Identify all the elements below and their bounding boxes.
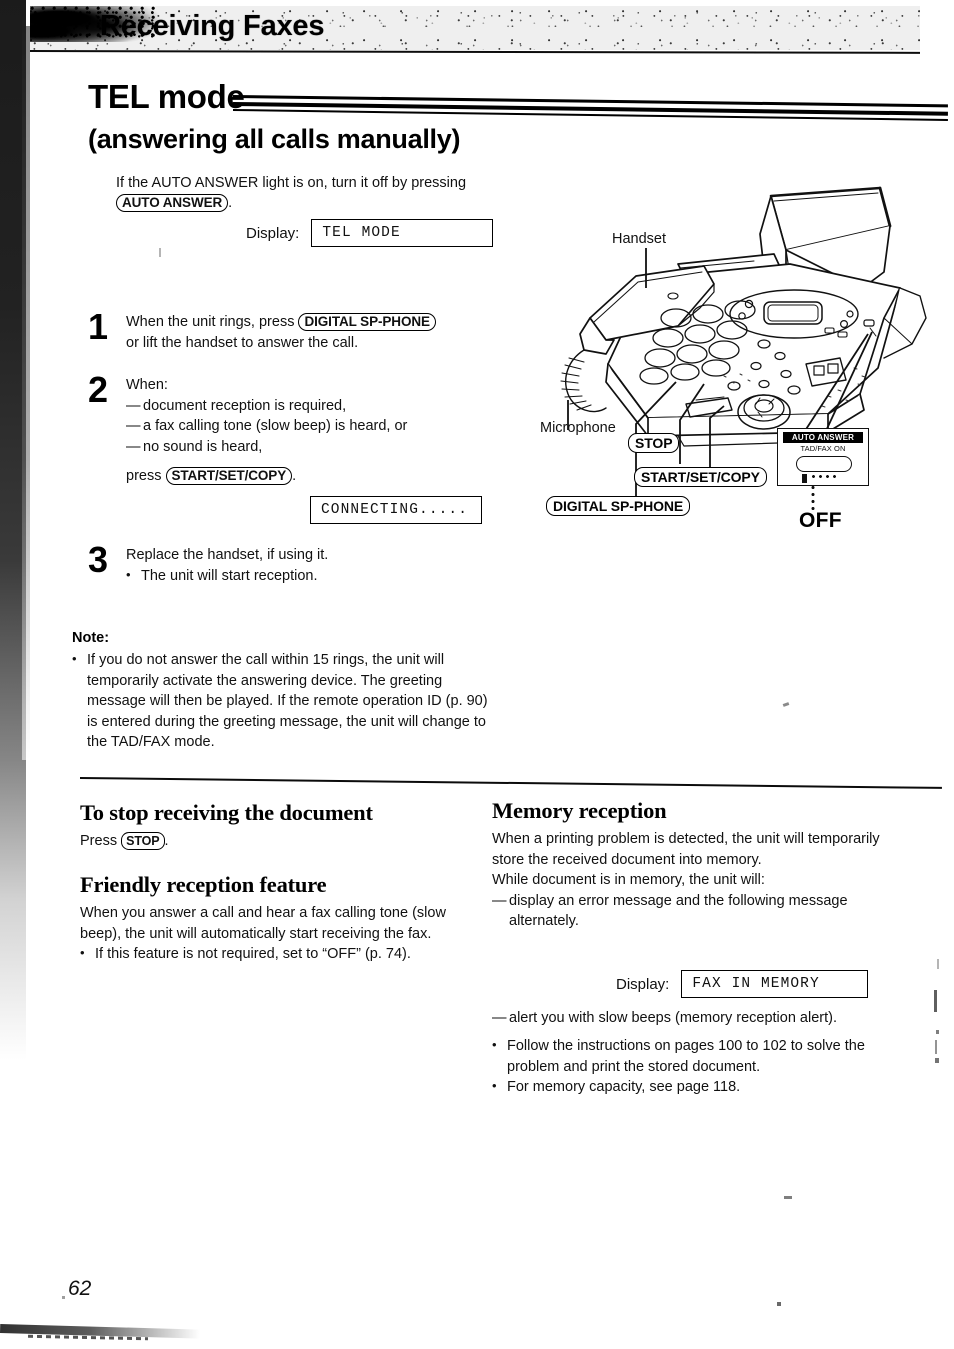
scan-speck	[936, 1030, 939, 1034]
step-number: 2	[88, 369, 109, 410]
scan-speck	[62, 1296, 65, 1299]
step1-line1: When the unit rings, press	[126, 314, 295, 330]
section-divider-rule	[79, 777, 942, 789]
step-body: When the unit rings, press DIGITAL SP-PH…	[126, 312, 436, 353]
scan-speck	[934, 990, 937, 1012]
scan-speck	[937, 959, 939, 969]
stop-button-label[interactable]: STOP	[628, 433, 680, 453]
stop-press-after: .	[164, 833, 169, 849]
section-subheading: (answering all calls manually)	[88, 124, 461, 154]
memory-reception-body-1: When a printing problem is detected, the…	[492, 831, 880, 868]
intro-text: If the AUTO ANSWER light is on, turn it …	[116, 175, 467, 191]
step2-dash-item: no sound is heard,	[126, 437, 407, 458]
step-number: 1	[88, 306, 109, 347]
step1-line2: or lift the handset to answer the call.	[126, 334, 359, 351]
page-number: 62	[68, 1277, 92, 1300]
scan-speck	[777, 1302, 781, 1306]
document-page: Receiving Faxes TEL mode (answering all …	[0, 0, 954, 1349]
memory-reception-dash-2: alert you with slow beeps (memory recept…	[492, 1008, 892, 1029]
display-label: Display:	[246, 224, 300, 242]
lcd-readout-tel-mode: TEL MODE	[311, 219, 494, 247]
friendly-reception-bullet: If this feature is not required, set to …	[80, 943, 480, 965]
display-connecting: CONNECTING.....	[310, 496, 482, 524]
note-title: Note:	[72, 630, 110, 646]
indicator-lamp-icon	[802, 474, 807, 483]
step-1: 1 When the unit rings, press DIGITAL SP-…	[88, 306, 508, 353]
section-memory-reception: Memory reception When a printing problem…	[492, 798, 892, 1098]
step2-intro: When:	[126, 377, 168, 393]
section-stop-receiving: To stop receiving the document Press STO…	[80, 800, 480, 852]
step-body: When: document reception is required, a …	[126, 375, 407, 487]
digital-sp-phone-button[interactable]: DIGITAL SP-PHONE	[298, 313, 436, 331]
display-fax-in-memory: Display: FAX IN MEMORY	[616, 970, 869, 998]
step-body: Replace the handset, if using it. The un…	[126, 545, 328, 586]
stop-receiving-body: Press STOP.	[80, 831, 480, 852]
step2-dash-item: a fax calling tone (slow beep) is heard,…	[126, 416, 407, 437]
friendly-reception-heading: Friendly reception feature	[80, 872, 327, 897]
intro-paragraph: If the AUTO ANSWER light is on, turn it …	[116, 173, 536, 213]
start-set-copy-button[interactable]: START/SET/COPY	[165, 467, 293, 485]
illustration-start-set-copy-callout: START/SET/COPY	[634, 467, 767, 487]
step2-dash-item: document reception is required,	[126, 396, 407, 417]
step-2: 2 When: document reception is required, …	[88, 369, 508, 487]
display-label: Display:	[616, 975, 670, 993]
step-number: 3	[88, 539, 109, 580]
step3-line1: Replace the handset, if using it.	[126, 547, 329, 563]
dotted-leader-vertical-icon	[810, 484, 816, 510]
digital-sp-phone-button-label[interactable]: DIGITAL SP-PHONE	[546, 496, 691, 516]
scan-speck	[935, 1040, 937, 1054]
off-label: OFF	[799, 509, 842, 532]
scan-speck	[784, 1196, 792, 1199]
section-heading: TEL mode	[88, 78, 245, 115]
lcd-readout-fax-in-memory: FAX IN MEMORY	[681, 970, 869, 998]
illustration-digital-sp-phone-callout: DIGITAL SP-PHONE	[546, 496, 691, 516]
note-block: Note: If you do not answer the call with…	[72, 630, 492, 753]
scan-speck	[159, 248, 161, 257]
step2-press-line: press START/SET/COPY.	[126, 466, 407, 487]
lcd-readout-connecting: CONNECTING.....	[310, 496, 482, 524]
memory-reception-bullet-2: For memory capacity, see page 118.	[492, 1076, 892, 1098]
auto-answer-indicator-callout: AUTO ANSWER TAD/FAX ON	[777, 428, 869, 486]
note-bullet: If you do not answer the call within 15 …	[72, 649, 492, 753]
intro-text-after: .	[228, 195, 233, 211]
illustration-stop-button-callout: STOP	[628, 433, 680, 453]
memory-reception-dash-1: display an error message and the followi…	[492, 891, 892, 932]
tad-fax-on-label: TAD/FAX ON	[800, 444, 846, 453]
auto-answer-key-shape[interactable]	[796, 456, 852, 472]
stop-press-label: Press	[80, 833, 118, 849]
memory-reception-body-2: While document is in memory, the unit wi…	[492, 872, 765, 888]
step2-press-label: press	[126, 468, 162, 484]
header-underline-rule	[29, 50, 921, 54]
display-tel-mode: Display: TEL MODE	[246, 219, 494, 247]
scan-edge-artifact-left-inner	[22, 0, 30, 760]
auto-answer-button[interactable]: AUTO ANSWER	[116, 194, 229, 212]
page-title: Receiving Faxes	[100, 10, 325, 42]
scan-speck	[782, 702, 790, 707]
memory-reception-heading: Memory reception	[492, 798, 667, 823]
dotted-leader-icon	[810, 473, 836, 481]
memory-reception-bullet-1: Follow the instructions on pages 100 to …	[492, 1035, 892, 1077]
label-handset: Handset	[612, 231, 667, 247]
step-3: 3 Replace the handset, if using it. The …	[88, 539, 508, 586]
start-set-copy-button-label[interactable]: START/SET/COPY	[634, 467, 767, 487]
label-microphone: Microphone	[540, 420, 616, 436]
step3-bullet: The unit will start reception.	[126, 565, 328, 587]
section-friendly-reception: Friendly reception feature When you answ…	[80, 872, 480, 965]
auto-answer-tag: AUTO ANSWER	[783, 432, 863, 443]
friendly-reception-body: When you answer a call and hear a fax ca…	[80, 905, 446, 942]
stop-button[interactable]: STOP	[121, 832, 165, 850]
scan-speck	[935, 1058, 939, 1063]
stop-receiving-heading: To stop receiving the document	[80, 800, 373, 825]
step2-press-after: .	[292, 468, 297, 484]
section-heading-rules	[232, 92, 948, 121]
